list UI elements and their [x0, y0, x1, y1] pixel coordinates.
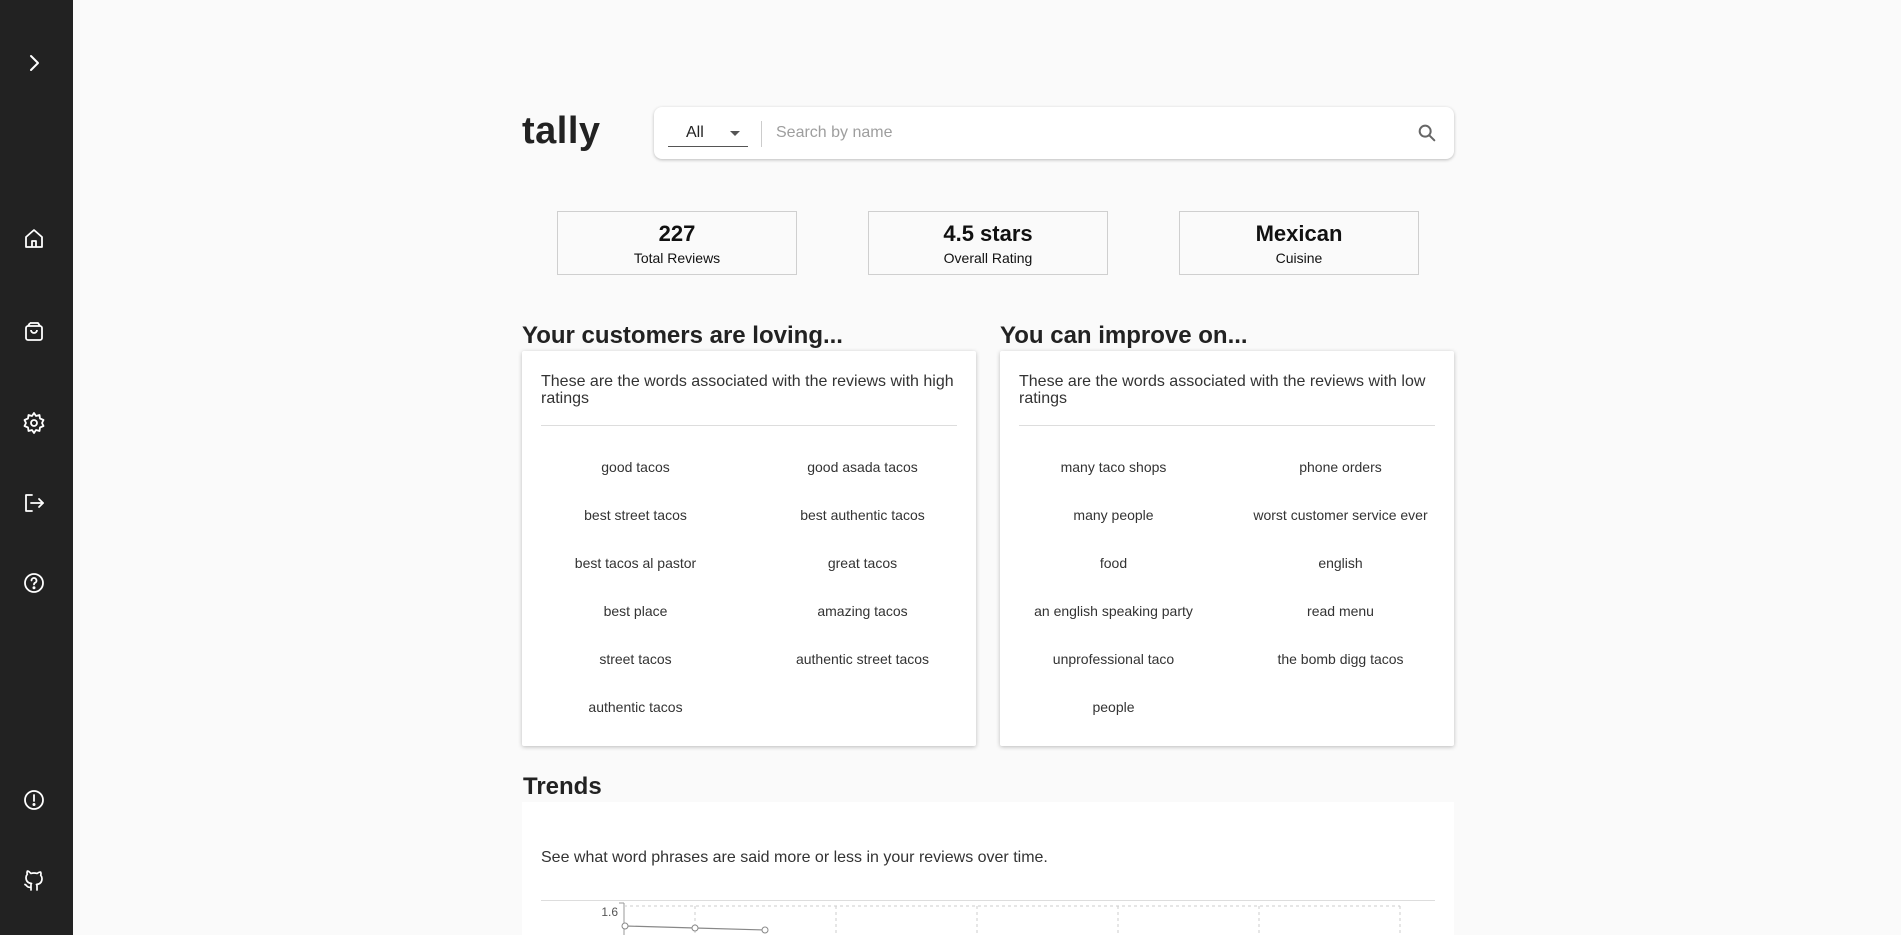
- improve-phrase: food: [1099, 555, 1128, 571]
- loving-phrase: good asada tacos: [807, 459, 918, 475]
- filter-select-value: All: [686, 124, 704, 141]
- loving-phrase: great tacos: [827, 555, 898, 571]
- improve-card: These are the words associated with the …: [1000, 351, 1454, 746]
- loving-phrase: good tacos: [601, 459, 670, 475]
- improve-phrase: read menu: [1307, 603, 1374, 619]
- trends-chart: 1.6: [601, 902, 1401, 935]
- loving-phrase: street tacos: [599, 651, 672, 667]
- trends-title: Trends: [523, 773, 602, 800]
- loving-card: These are the words associated with the …: [522, 351, 976, 746]
- stat-label: Total Reviews: [633, 250, 721, 266]
- help-icon[interactable]: [22, 571, 46, 595]
- trend-point: [691, 924, 699, 932]
- app-logo: tally: [522, 110, 601, 152]
- trends-card: See what word phrases are said more or l…: [522, 802, 1454, 935]
- search-input[interactable]: [774, 117, 1378, 149]
- y-tick-label: 1.6: [601, 905, 618, 919]
- alert-icon[interactable]: [22, 788, 46, 812]
- home-icon[interactable]: [22, 227, 46, 251]
- loving-phrase: best authentic tacos: [800, 507, 925, 523]
- loving-phrase: best place: [603, 603, 668, 619]
- stat-label: Cuisine: [1275, 250, 1323, 266]
- improve-divider: [1019, 425, 1435, 426]
- loving-phrase: authentic tacos: [588, 699, 683, 715]
- loving-phrase: best street tacos: [584, 507, 687, 523]
- improve-phrase: many taco shops: [1060, 459, 1167, 475]
- github-icon[interactable]: [22, 868, 46, 892]
- logout-icon[interactable]: [22, 491, 46, 515]
- improve-phrase: english: [1318, 555, 1363, 571]
- improve-phrase: phone orders: [1299, 459, 1382, 475]
- trend-point: [621, 922, 629, 930]
- shopping-bag-icon[interactable]: [22, 319, 46, 343]
- improve-phrase: unprofessional taco: [1052, 651, 1175, 667]
- improve-phrase: an english speaking party: [1034, 603, 1193, 619]
- loving-divider: [541, 425, 957, 426]
- loving-title: Your customers are loving...: [522, 322, 843, 349]
- stat-label: Overall Rating: [943, 250, 1033, 266]
- stat-overall-rating: 4.5 stars Overall Rating: [868, 211, 1108, 275]
- loving-phrase: best tacos al pastor: [574, 555, 697, 571]
- improve-phrase: people: [1092, 699, 1135, 715]
- improve-phrase: worst customer service ever: [1253, 507, 1428, 523]
- improve-description: These are the words associated with the …: [1019, 373, 1426, 407]
- stat-value: 227: [658, 221, 696, 246]
- improve-phrase: the bomb digg tacos: [1277, 651, 1404, 667]
- gear-icon[interactable]: [22, 411, 46, 435]
- stat-cuisine: Mexican Cuisine: [1179, 211, 1419, 275]
- search-bar: All: [654, 107, 1454, 159]
- loving-phrase: authentic street tacos: [795, 651, 930, 667]
- chevron-right-icon[interactable]: [22, 51, 46, 75]
- loving-description: These are the words associated with the …: [541, 373, 954, 407]
- search-icon[interactable]: [1416, 122, 1438, 144]
- trend-point: [761, 926, 769, 934]
- stat-value: 4.5 stars: [943, 221, 1033, 246]
- stat-total-reviews: 227 Total Reviews: [557, 211, 797, 275]
- search-divider: [761, 121, 762, 147]
- sidebar: [0, 0, 73, 935]
- improve-title: You can improve on...: [1000, 322, 1248, 349]
- loving-phrase: amazing tacos: [817, 603, 908, 619]
- filter-select[interactable]: All: [668, 118, 748, 147]
- stat-value: Mexican: [1255, 221, 1343, 246]
- caret-down-icon: [730, 131, 740, 136]
- improve-phrase: many people: [1073, 507, 1154, 523]
